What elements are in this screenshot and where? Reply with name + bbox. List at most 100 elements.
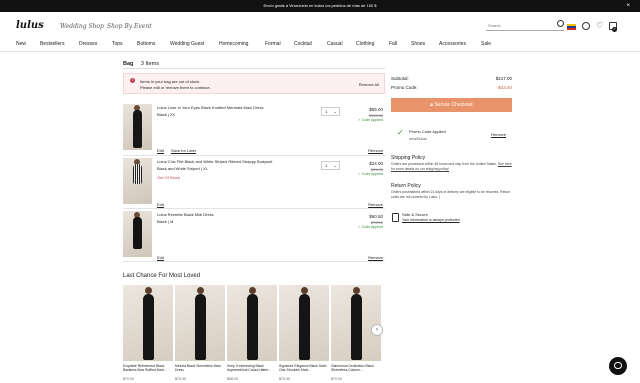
product-name[interactable]: Lulus Remette Black Midi Dress — [157, 212, 214, 217]
dress-figure — [195, 294, 206, 360]
product-image[interactable] — [175, 285, 225, 361]
lulus-logo[interactable]: lulus — [16, 20, 44, 31]
return-policy-text: Orders postmarked within 21 days of deli… — [391, 190, 511, 199]
nav-item-clothing[interactable]: Clothing — [356, 41, 374, 47]
heart-icon[interactable]: ♡ — [596, 22, 604, 30]
site-header: lulus Wedding Shop Shop By Event Search … — [0, 12, 640, 38]
shield-icon — [392, 213, 399, 222]
dress-figure — [133, 217, 142, 249]
edit-link[interactable]: Edit — [157, 202, 164, 207]
chevron-down-icon: ⌄ — [333, 163, 337, 168]
shipping-policy-body: Orders are processed within 48 hours and… — [391, 162, 497, 166]
sale-price: $60.50 — [369, 214, 383, 219]
edit-link[interactable]: Edit — [157, 255, 164, 260]
chevron-down-icon: ⌄ — [333, 109, 337, 114]
product-image[interactable] — [123, 158, 152, 204]
dress-figure — [133, 110, 142, 148]
remove-all-button[interactable]: Remove All — [359, 82, 379, 87]
model-head — [145, 287, 152, 294]
product-name[interactable]: Glamorous Dedication Black Sleeveless Co… — [331, 364, 381, 372]
nav-item-sale[interactable]: Sale — [481, 41, 491, 47]
nav-item-shoes[interactable]: Shoes — [411, 41, 425, 47]
check-icon: ✓ — [397, 128, 404, 137]
chat-button[interactable] — [609, 357, 627, 375]
model-head — [197, 287, 204, 294]
model-head — [353, 287, 360, 294]
nav-item-new[interactable]: New — [16, 41, 26, 47]
dress-figure — [299, 294, 310, 360]
quantity-select[interactable]: 1 ⌄ — [321, 107, 340, 116]
divider — [123, 261, 385, 262]
search-input[interactable]: Search — [486, 20, 564, 31]
alert-icon: ! — [130, 78, 135, 83]
product-name[interactable]: Meloria Black Sleeveless Maxi Dress — [175, 364, 225, 372]
product-image[interactable] — [331, 285, 381, 361]
remove-link[interactable]: Remove — [368, 202, 383, 207]
promo-bar: Envío gratis a Venezuela en todos los pe… — [0, 0, 640, 12]
nav-item-accessories[interactable]: Accessories — [439, 41, 466, 47]
model-head — [301, 287, 308, 294]
nav-item-bestsellers[interactable]: Bestsellers — [40, 41, 64, 47]
nav-item-fall[interactable]: Fall — [389, 41, 397, 47]
product-image[interactable] — [123, 104, 152, 150]
product-image[interactable] — [227, 285, 277, 361]
carousel-next-button[interactable]: › — [371, 324, 383, 336]
sale-price: $24.00 — [369, 161, 383, 166]
dress-figure — [143, 294, 154, 360]
quantity-value: 1 — [325, 109, 328, 114]
out-of-stock-label: Out Of Stock — [157, 175, 180, 180]
secure-checkout-button[interactable]: 🔒︎ Secure Checkout — [391, 98, 512, 112]
product-name[interactable]: Signature Elegance Black Satin One-Shoul… — [279, 364, 329, 372]
product-image[interactable] — [279, 285, 329, 361]
account-icon[interactable] — [582, 22, 590, 30]
checkout-label: Secure Checkout — [434, 102, 473, 108]
remove-link[interactable]: Remove — [368, 148, 383, 153]
nav-item-casual[interactable]: Casual — [327, 41, 343, 47]
product-price: $70.00 — [175, 377, 186, 381]
product-name[interactable]: Lulus Chic Flirt Black and White Striped… — [157, 159, 272, 164]
quantity-value: 1 — [325, 163, 328, 168]
alert-line-1: Items in your bag are out of stock. — [140, 79, 201, 84]
search-placeholder: Search — [488, 23, 501, 28]
shipping-policy-text: Orders are processed within 48 hours and… — [391, 162, 512, 172]
code-applied-badge: ✓ Code Applied — [357, 225, 383, 229]
sale-price: $55.00 — [369, 107, 383, 112]
nav-item-cocktail[interactable]: Cocktail — [294, 41, 312, 47]
promo-code-value: new2lulus — [409, 136, 427, 141]
product-name[interactable]: Exquisite Refinement Black Backless Bow … — [123, 364, 173, 372]
safe-secure-link[interactable]: Your information is always protected — [402, 218, 460, 222]
close-icon[interactable]: × — [626, 0, 630, 12]
wedding-shop-link[interactable]: Wedding Shop — [60, 23, 104, 30]
remove-promo-link[interactable]: Remove — [491, 132, 506, 137]
search-icon[interactable] — [557, 20, 564, 27]
nav-item-homecoming[interactable]: Homecoming — [219, 41, 248, 47]
product-name[interactable]: Keep It Interesting Black Asymmetrical C… — [227, 364, 277, 372]
out-of-stock-alert: ! Items in your bag are out of stock. Pl… — [123, 73, 385, 94]
edit-link[interactable]: Edit — [157, 148, 164, 153]
promo-label: Promo Code: — [391, 85, 418, 90]
flag-icon[interactable] — [567, 24, 576, 30]
bag-heading: Bag 3 Items — [123, 61, 159, 67]
product-image[interactable] — [123, 285, 173, 361]
nav-item-dresses[interactable]: Dresses — [79, 41, 97, 47]
bag-item: Lulus Remette Black Midi Dress Black | M… — [123, 211, 385, 261]
bag-count-badge: 0 — [612, 27, 617, 32]
nav-item-tops[interactable]: Tops — [112, 41, 123, 47]
quantity-select[interactable]: 1 ⌄ — [321, 161, 340, 170]
nav-item-wedding-guest[interactable]: Wedding Guest — [170, 41, 204, 47]
alert-line-2: Please edit or remove them to continue. — [140, 85, 211, 90]
bag-title: Bag — [123, 61, 134, 67]
nav-item-formal[interactable]: Formal — [265, 41, 281, 47]
product-price: $58.00 — [227, 377, 238, 381]
product-name[interactable]: Lulus Lose In Your Eyes Black Knotted Me… — [157, 105, 264, 110]
shop-by-event-link[interactable]: Shop By Event — [107, 23, 152, 30]
code-applied-badge: ✓ Code Applied — [357, 118, 383, 122]
nav-item-bottoms[interactable]: Bottoms — [137, 41, 155, 47]
divider — [123, 208, 385, 209]
remove-link[interactable]: Remove — [368, 255, 383, 260]
product-image[interactable] — [123, 211, 152, 257]
save-for-later-link[interactable]: Save for Later — [171, 148, 196, 153]
subtotal-value: $217.00 — [495, 76, 512, 81]
bag-item-count: 3 Items — [140, 61, 159, 67]
product-price: $70.00 — [123, 377, 134, 381]
